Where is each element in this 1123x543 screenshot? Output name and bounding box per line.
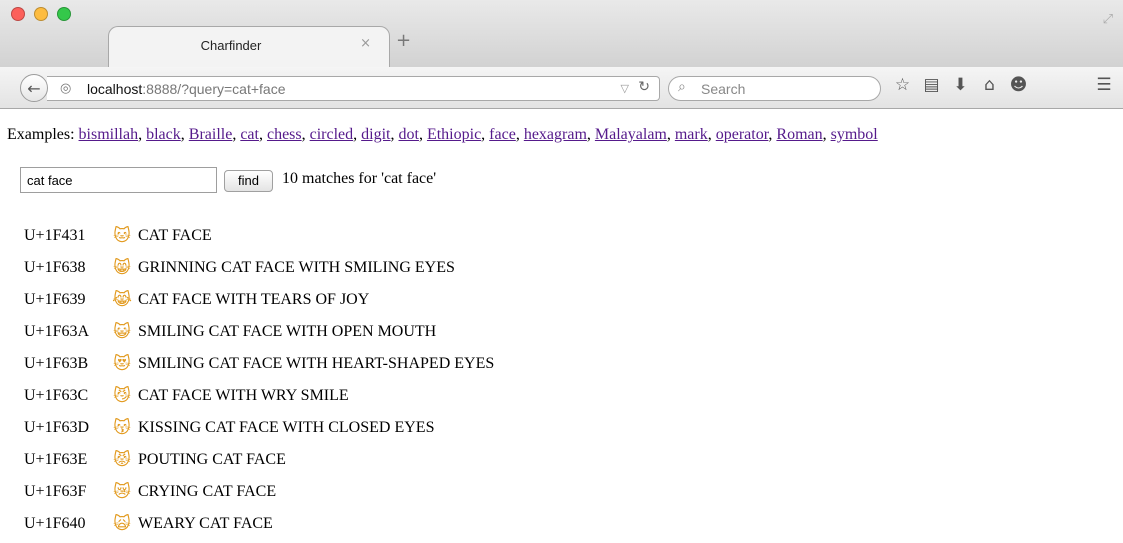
- code-point: U+1F431: [24, 227, 86, 244]
- example-link[interactable]: chess: [267, 126, 302, 143]
- wry-smile-cat-emoji-icon: 😼: [113, 386, 131, 406]
- url-bar[interactable]: ◎ localhost:8888/?query=cat+face ▽ ↻: [47, 76, 660, 101]
- result-row: U+1F63C 😼 CAT FACE WITH WRY SMILE: [24, 380, 494, 412]
- code-point: U+1F63D: [24, 419, 90, 436]
- tab-title: Charfinder: [200, 38, 262, 53]
- back-arrow-icon: ←: [27, 78, 41, 98]
- navigation-toolbar: ◎ localhost:8888/?query=cat+face ▽ ↻ ← ⌕…: [0, 67, 1123, 109]
- example-link[interactable]: circled: [310, 126, 354, 143]
- code-point: U+1F63C: [24, 387, 89, 404]
- example-link[interactable]: digit: [361, 126, 390, 143]
- examples-line: Examples: bismillah, black, Braille, cat…: [7, 126, 878, 143]
- toolbar-icons: ☆ ▤ ⬇ ⌂ ☻: [888, 75, 1033, 95]
- reload-icon[interactable]: ↻: [638, 79, 650, 95]
- char-name: POUTING CAT FACE: [138, 451, 286, 468]
- char-name: SMILING CAT FACE WITH OPEN MOUTH: [138, 323, 437, 340]
- reading-list-icon[interactable]: ▤: [917, 75, 946, 95]
- crying-cat-emoji-icon: 😿: [113, 482, 131, 502]
- result-row: U+1F63E 😾 POUTING CAT FACE: [24, 444, 494, 476]
- dropdown-arrow-icon[interactable]: ▽: [621, 82, 629, 95]
- search-icon: ⌕: [678, 79, 686, 95]
- example-link[interactable]: symbol: [831, 126, 878, 143]
- url-host: localhost: [87, 81, 143, 97]
- back-button[interactable]: ←: [20, 74, 48, 102]
- example-link[interactable]: Roman: [776, 126, 822, 143]
- globe-icon: ◎: [60, 81, 72, 96]
- code-point: U+1F638: [24, 259, 86, 276]
- example-link[interactable]: black: [146, 126, 181, 143]
- result-row: U+1F63B 😻 SMILING CAT FACE WITH HEART-SH…: [24, 348, 494, 380]
- chat-icon[interactable]: ☻: [1004, 75, 1033, 95]
- cat-tears-of-joy-emoji-icon: 😹: [112, 290, 132, 310]
- char-name: WEARY CAT FACE: [138, 515, 273, 532]
- code-point: U+1F639: [24, 291, 86, 308]
- new-tab-button[interactable]: +: [396, 30, 411, 51]
- search-bar[interactable]: ⌕ Search: [668, 76, 881, 101]
- url-text[interactable]: localhost:8888/?query=cat+face: [87, 81, 286, 97]
- char-name: CAT FACE WITH TEARS OF JOY: [138, 291, 370, 308]
- search-placeholder: Search: [701, 81, 746, 97]
- example-link[interactable]: face: [489, 126, 516, 143]
- minimize-window-button[interactable]: [34, 7, 48, 21]
- kissing-cat-emoji-icon: 😽: [113, 418, 131, 438]
- char-name: GRINNING CAT FACE WITH SMILING EYES: [138, 259, 455, 276]
- code-point: U+1F63F: [24, 483, 87, 500]
- code-point: U+1F640: [24, 515, 86, 532]
- result-row: U+1F640 🙀 WEARY CAT FACE: [24, 508, 494, 540]
- window-controls: [11, 7, 71, 21]
- heart-eyes-cat-emoji-icon: 😻: [113, 354, 131, 374]
- example-link[interactable]: hexagram: [524, 126, 587, 143]
- char-name: SMILING CAT FACE WITH HEART-SHAPED EYES: [138, 355, 495, 372]
- zoom-window-button[interactable]: [57, 7, 71, 21]
- close-window-button[interactable]: [11, 7, 25, 21]
- grinning-cat-emoji-icon: 😸: [113, 258, 131, 278]
- char-name: KISSING CAT FACE WITH CLOSED EYES: [138, 419, 435, 436]
- result-row: U+1F431 🐱 CAT FACE: [24, 220, 494, 252]
- fullscreen-icon[interactable]: ⤢: [1103, 12, 1113, 27]
- example-link[interactable]: bismillah: [79, 126, 139, 143]
- hamburger-menu-icon[interactable]: ☰: [1093, 75, 1115, 95]
- example-link[interactable]: cat: [240, 126, 259, 143]
- tab-charfinder[interactable]: Charfinder ×: [108, 26, 390, 68]
- char-name: CAT FACE WITH WRY SMILE: [138, 387, 349, 404]
- download-icon[interactable]: ⬇: [946, 75, 975, 95]
- examples-label: Examples:: [7, 126, 75, 143]
- result-row: U+1F63F 😿 CRYING CAT FACE: [24, 476, 494, 508]
- code-point: U+1F63E: [24, 451, 88, 468]
- example-link[interactable]: dot: [399, 126, 419, 143]
- tab-close-icon[interactable]: ×: [360, 36, 371, 51]
- code-point: U+1F63A: [24, 323, 90, 340]
- find-button[interactable]: find: [224, 170, 273, 192]
- cat-face-emoji-icon: 🐱: [113, 226, 131, 246]
- result-row: U+1F63D 😽 KISSING CAT FACE WITH CLOSED E…: [24, 412, 494, 444]
- result-count-message: 10 matches for 'cat face': [282, 170, 437, 187]
- star-bookmark-icon[interactable]: ☆: [888, 75, 917, 95]
- home-icon[interactable]: ⌂: [975, 75, 1004, 95]
- char-name: CAT FACE: [138, 227, 212, 244]
- example-link[interactable]: Malayalam: [595, 126, 667, 143]
- url-path: :8888/?query=cat+face: [142, 81, 286, 97]
- example-link[interactable]: Ethiopic: [427, 126, 481, 143]
- result-row: U+1F63A 😺 SMILING CAT FACE WITH OPEN MOU…: [24, 316, 494, 348]
- char-name: CRYING CAT FACE: [138, 483, 277, 500]
- result-row: U+1F639 😹 CAT FACE WITH TEARS OF JOY: [24, 284, 494, 316]
- browser-titlebar: Charfinder × + ⤢: [0, 0, 1123, 68]
- code-point: U+1F63B: [24, 355, 89, 372]
- example-link[interactable]: mark: [675, 126, 708, 143]
- results-list: U+1F431 🐱 CAT FACE U+1F638 😸 GRINNING CA…: [24, 220, 494, 540]
- example-link[interactable]: operator: [716, 126, 769, 143]
- weary-cat-emoji-icon: 🙀: [113, 514, 131, 534]
- pouting-cat-emoji-icon: 😾: [113, 450, 131, 470]
- query-input[interactable]: [20, 167, 217, 193]
- example-link[interactable]: Braille: [189, 126, 233, 143]
- smiling-cat-open-mouth-emoji-icon: 😺: [113, 322, 131, 342]
- result-row: U+1F638 😸 GRINNING CAT FACE WITH SMILING…: [24, 252, 494, 284]
